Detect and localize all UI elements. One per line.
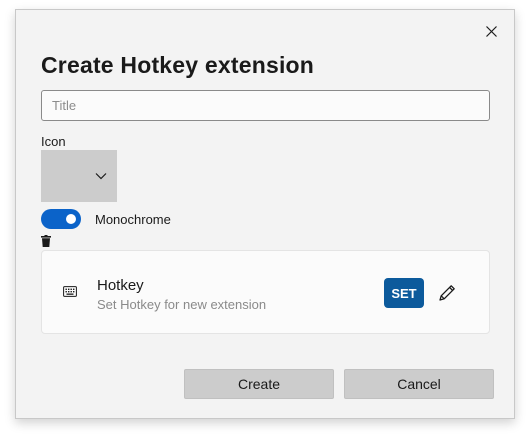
monochrome-toggle[interactable] — [41, 209, 81, 229]
toggle-knob — [66, 214, 76, 224]
keyboard-icon — [63, 286, 77, 297]
trash-icon[interactable] — [41, 235, 51, 247]
hotkey-title: Hotkey — [97, 277, 144, 294]
create-hotkey-dialog: Create Hotkey extension Icon Monochrome … — [15, 9, 515, 419]
cancel-button[interactable]: Cancel — [344, 369, 494, 399]
icon-picker-dropdown[interactable] — [41, 150, 117, 202]
chevron-down-icon — [95, 173, 107, 180]
title-input[interactable] — [41, 90, 490, 121]
hotkey-setting-card: Hotkey Set Hotkey for new extension SET — [41, 250, 490, 334]
hotkey-description: Set Hotkey for new extension — [97, 297, 267, 312]
close-icon — [485, 25, 497, 37]
pencil-icon[interactable] — [436, 282, 458, 304]
set-hotkey-button[interactable]: SET — [384, 278, 424, 308]
icon-label: Icon — [41, 134, 66, 149]
create-button[interactable]: Create — [184, 369, 334, 399]
close-button[interactable] — [482, 22, 500, 40]
monochrome-label: Monochrome — [95, 212, 171, 227]
dialog-title: Create Hotkey extension — [41, 52, 315, 78]
